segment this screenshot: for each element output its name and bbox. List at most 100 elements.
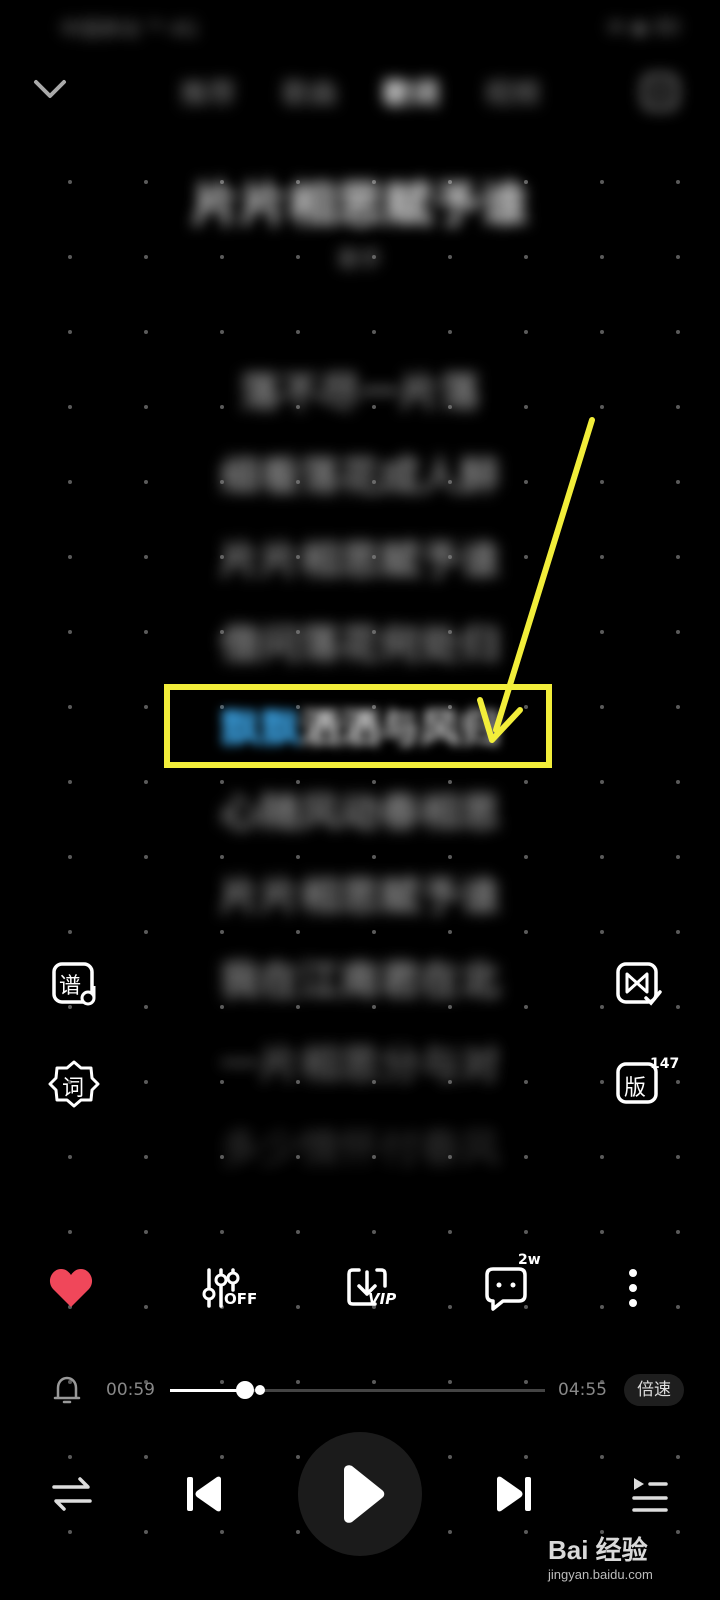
grid-dot — [144, 1230, 148, 1234]
grid-dot — [524, 855, 528, 859]
grid-dot — [372, 330, 376, 334]
shuffle-order-icon — [52, 1477, 92, 1511]
status-bar: 中国移动 ᵀᴺ 4G ✉ ◉ 80 — [60, 12, 680, 42]
ar-effect-button[interactable] — [612, 958, 664, 1010]
carrier-info: 中国移动 ᵀᴺ 4G — [60, 16, 199, 41]
grid-dot — [372, 855, 376, 859]
download-vip-label: VIP — [368, 1290, 397, 1308]
grid-dot — [372, 1230, 376, 1234]
sheet-music-button[interactable]: 谱 — [48, 958, 100, 1010]
equalizer-button[interactable]: OFF — [186, 1258, 266, 1318]
like-button[interactable] — [36, 1258, 106, 1318]
more-vertical-icon — [629, 1269, 637, 1307]
tab-bar: 推荐 歌曲 歌词 视频 — [180, 72, 540, 112]
lyric-line: 多少情怀付春风 — [220, 1126, 500, 1172]
elapsed-time: 00:59 — [106, 1380, 155, 1400]
progress-fill — [170, 1389, 245, 1392]
grid-dot — [144, 855, 148, 859]
tab-lyrics[interactable]: 歌词 — [383, 72, 439, 112]
grid-dot — [144, 330, 148, 334]
next-button[interactable] — [486, 1469, 542, 1519]
play-icon — [344, 1465, 385, 1523]
grid-dot — [68, 855, 72, 859]
grid-dot — [676, 330, 680, 334]
status-icons: ✉ ◉ 80 — [607, 15, 680, 39]
grid-dot — [448, 855, 452, 859]
lyric-line: 心随风动春相思 — [220, 790, 500, 836]
grid-dot — [676, 855, 680, 859]
playback-speed-button[interactable]: 倍速 — [624, 1374, 684, 1406]
skip-next-icon — [497, 1476, 531, 1512]
grid-dot — [144, 930, 148, 934]
comment-count-badge: 2w — [518, 1252, 541, 1268]
version-label: 版 — [624, 1076, 647, 1101]
sheet-music-label: 谱 — [59, 974, 82, 999]
equalizer-off-label: OFF — [224, 1290, 258, 1308]
song-artist[interactable]: 歌手 — [0, 242, 720, 274]
grid-dot — [296, 1230, 300, 1234]
progress-buffer-marker — [255, 1385, 265, 1395]
top-bar: 推荐 歌曲 歌词 视频 — [0, 68, 720, 118]
versions-button[interactable]: 版 147 — [612, 1056, 679, 1110]
grid-dot — [448, 930, 452, 934]
grid-dot — [296, 330, 300, 334]
version-count-badge: 147 — [650, 1056, 680, 1072]
skip-previous-icon — [187, 1476, 221, 1512]
progress-slider[interactable] — [170, 1381, 545, 1399]
grid-dot — [524, 930, 528, 934]
grid-dot — [676, 930, 680, 934]
lyric-line: 借问落花何处归 — [220, 622, 500, 668]
grid-dot — [296, 855, 300, 859]
lyric-style-label: 词 — [62, 1076, 85, 1101]
grid-dot — [68, 1230, 72, 1234]
previous-button[interactable] — [176, 1469, 232, 1519]
grid-dot — [220, 855, 224, 859]
grid-dot — [600, 330, 604, 334]
grid-dot — [448, 330, 452, 334]
playlist-button[interactable] — [622, 1469, 678, 1519]
grid-dot — [676, 1230, 680, 1234]
grid-dot — [524, 1230, 528, 1234]
action-row: OFF VIP 2w — [0, 1252, 720, 1318]
heart-icon — [49, 1269, 93, 1307]
grid-dot — [600, 930, 604, 934]
total-duration: 04:55 — [558, 1380, 607, 1400]
comment-icon — [485, 1267, 527, 1311]
watermark-url: jingyan.baidu.com — [548, 1567, 653, 1582]
watermark-brand: Bai 经验 — [548, 1535, 648, 1565]
grid-dot — [220, 930, 224, 934]
alarm-bell-icon[interactable] — [52, 1374, 82, 1410]
lyric-style-button[interactable]: 词 — [48, 1058, 100, 1110]
grid-dot — [296, 930, 300, 934]
progress-thumb[interactable] — [236, 1381, 254, 1399]
grid-dot — [600, 855, 604, 859]
grid-dot — [220, 1230, 224, 1234]
more-button[interactable] — [598, 1258, 668, 1318]
progress-row: 00:59 04:55 倍速 — [0, 1370, 720, 1410]
grid-dot — [68, 930, 72, 934]
play-button[interactable] — [298, 1432, 422, 1556]
annotation-arrow-icon — [477, 417, 595, 743]
comments-button[interactable]: 2w — [466, 1252, 546, 1318]
grid-dot — [600, 1230, 604, 1234]
grid-dot — [220, 330, 224, 334]
collapse-chevron-icon[interactable] — [30, 74, 70, 108]
tab-video[interactable]: 视频 — [484, 72, 540, 112]
grid-dot — [448, 1230, 452, 1234]
play-mode-button[interactable] — [44, 1469, 100, 1519]
grid-dot — [68, 330, 72, 334]
playlist-icon — [632, 1478, 668, 1512]
lyric-line: 片片相思赋予谁 — [220, 874, 500, 920]
grid-dot — [524, 330, 528, 334]
lyric-line: 细看落花成人醉 — [220, 454, 500, 500]
share-icon[interactable] — [640, 72, 680, 116]
download-button[interactable]: VIP — [328, 1258, 408, 1318]
tab-recommend[interactable]: 推荐 — [180, 72, 236, 112]
song-title: 片片相思赋予谁 — [191, 177, 528, 233]
lyric-line: 片片相思赋予谁 — [220, 538, 500, 584]
bowtie-check-icon — [616, 962, 662, 1006]
grid-dot — [372, 930, 376, 934]
lyric-line: 落不尽一片落 — [240, 370, 480, 416]
tab-song[interactable]: 歌曲 — [281, 72, 337, 112]
baidu-jingyan-watermark: Bai 经验 jingyan.baidu.com — [548, 1530, 718, 1600]
